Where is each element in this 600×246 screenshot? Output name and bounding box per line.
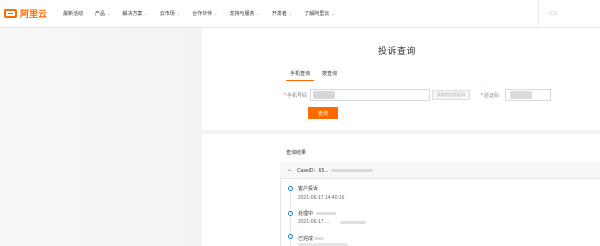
redacted-case-id (331, 169, 373, 172)
nav-item-label: 产品 (95, 11, 106, 17)
timeline-dot-icon (288, 234, 293, 239)
nav-item-solutions[interactable]: 解决方案 ⌄ (122, 10, 147, 17)
aliyun-logo[interactable]: 阿里云 (4, 7, 47, 20)
timeline-dot-icon (288, 186, 293, 191)
required-mark: * (284, 93, 286, 99)
nav-item-marketplace[interactable]: 云市场 ⌄ (160, 10, 180, 17)
chevron-down-icon: ⌄ (176, 11, 181, 16)
nav-item-developers[interactable]: 开发者 ⌄ (272, 10, 292, 17)
chevron-down-icon: ⌄ (144, 11, 148, 16)
nav-item-label: 合作伙伴 (192, 11, 213, 17)
chevron-down-icon: ⌄ (331, 11, 335, 16)
nav-item-label: 支持与服务 (229, 11, 255, 17)
nav-item-label: 云市场 (159, 11, 175, 17)
nav-right-area[interactable]: ICS (538, 0, 600, 28)
nav-right-label: ICS (549, 11, 558, 17)
phone-input[interactable] (310, 89, 430, 101)
nav-item-about[interactable]: 了解阿里云 ⌄ (304, 10, 334, 17)
nav-item-label: 开发者 (271, 11, 287, 17)
tab-phone-query[interactable]: 手机查询 (290, 70, 310, 77)
nav-item-label: 了解阿里云 (304, 11, 330, 17)
nav-item-latest-events[interactable]: 最新活动 (63, 10, 83, 17)
page-title: 投诉查询 (378, 46, 417, 56)
case-id: CaseID：65... (297, 168, 329, 174)
tab-other-query[interactable]: 按查询 (322, 70, 337, 77)
nav-item-support[interactable]: 支持与服务 ⌄ (230, 10, 260, 17)
required-mark: * (481, 93, 483, 99)
logo-mark-icon (4, 9, 17, 18)
chevron-down-icon: ⌄ (214, 11, 218, 16)
code-label-text: 验证码 (483, 93, 499, 99)
event-time: 2021-06-17 14:40:16 (298, 195, 345, 201)
code-field-label: *验证码 (481, 92, 499, 99)
nav-item-label: 最新活动 (63, 11, 84, 17)
verification-code-input[interactable] (505, 89, 551, 101)
chevron-down-icon: ⌄ (256, 11, 260, 16)
redacted-text (316, 212, 336, 215)
timeline-dot-icon (288, 211, 293, 216)
query-button[interactable]: 查询 (308, 107, 338, 119)
nav-item-partners[interactable]: 合作伙伴 ⌄ (192, 10, 217, 17)
left-blurred-area (0, 28, 202, 246)
active-tab-indicator (286, 80, 314, 81)
event-time: 2021-06-17 ... (298, 219, 330, 225)
chevron-down-icon[interactable]: ⌄ (287, 166, 292, 173)
logo-text: 阿里云 (20, 9, 48, 19)
redacted-text (340, 221, 366, 224)
phone-label-text: 手机号码 (286, 93, 307, 99)
chevron-down-icon: ⌄ (107, 11, 111, 16)
redacted-code-value (510, 91, 532, 99)
nav-item-label: 解决方案 (122, 11, 143, 17)
chevron-down-icon: ⌄ (288, 11, 293, 16)
event-title: 处理中 (298, 211, 314, 217)
top-navigation: 阿里云 最新活动 产品 ⌄ 解决方案 ⌄ 云市场 ⌄ 合作伙伴 ⌄ 支持与服务 … (0, 0, 600, 28)
nav-item-products[interactable]: 产品 ⌄ (95, 10, 110, 17)
get-code-button[interactable]: 获取短信验证码 (432, 90, 470, 100)
nav-menu: 最新活动 产品 ⌄ 解决方案 ⌄ 云市场 ⌄ 合作伙伴 ⌄ 支持与服务 ⌄ 开发… (63, 10, 347, 17)
event-title: 已完成 (298, 236, 314, 242)
redacted-text (314, 237, 324, 240)
redacted-phone-value (313, 91, 335, 99)
event-title: 客户投诉 (298, 186, 319, 192)
phone-field-label: *手机号码 (284, 92, 307, 99)
results-title: 查询结果 (286, 150, 307, 156)
